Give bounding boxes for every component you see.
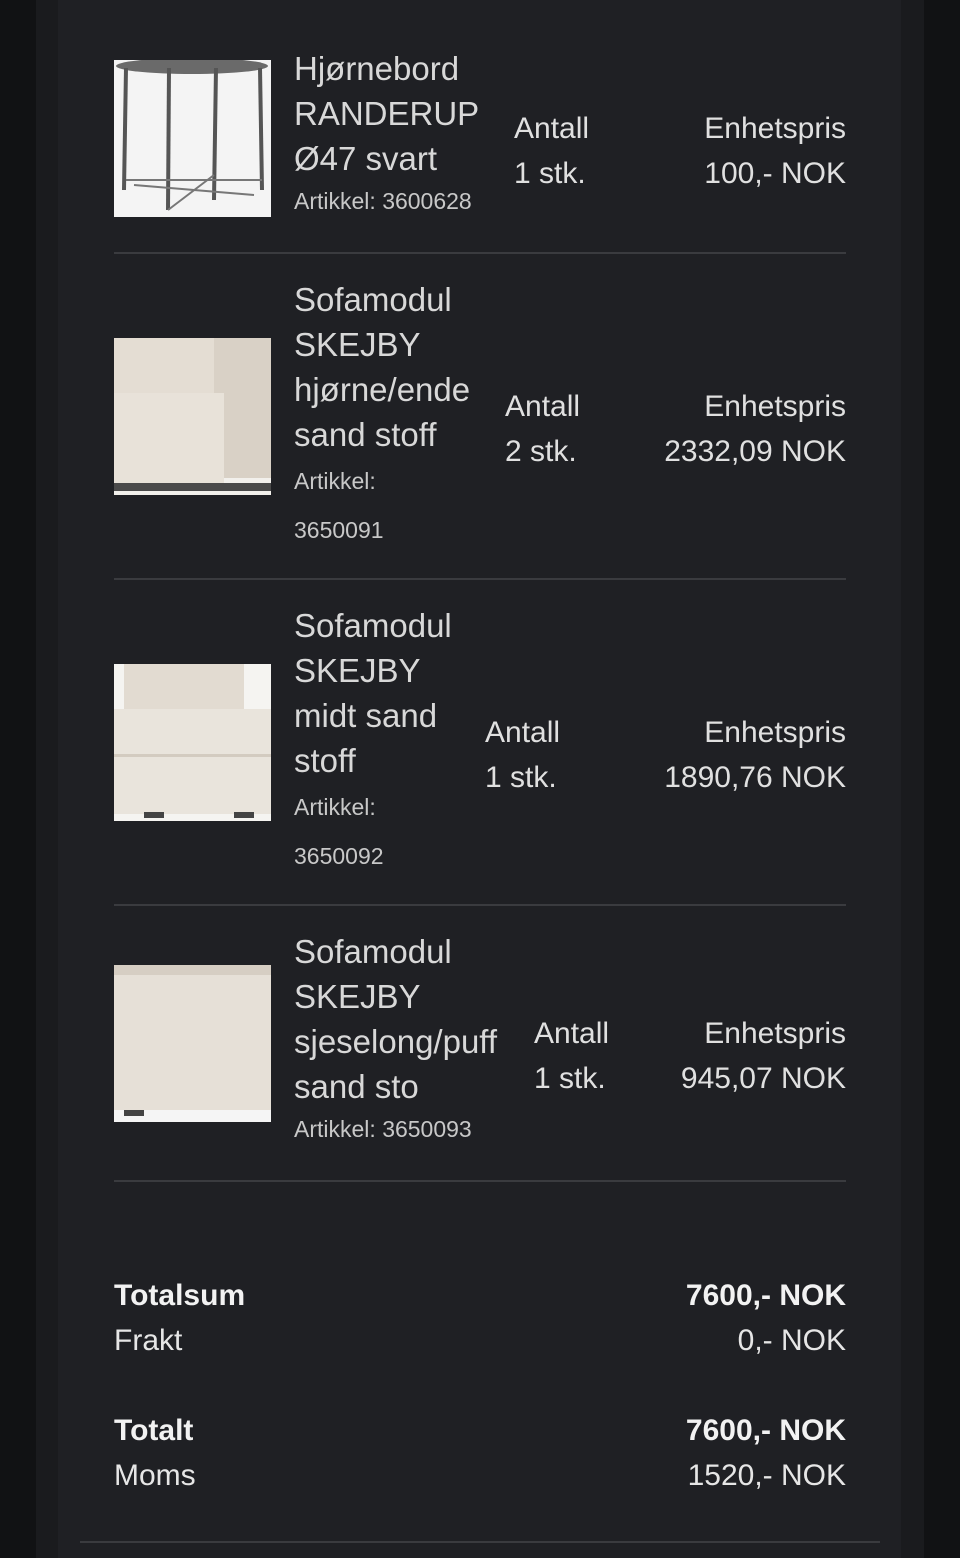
order-item-row: Hjørnebord RANDERUP Ø47 svart Artikkel: … [114, 20, 846, 254]
quantity-value: 2 stk. [505, 435, 577, 468]
article-label: Artikkel: [294, 188, 376, 214]
totalsum-value: 7600,- NOK [685, 1279, 846, 1312]
frakt-row: Frakt 0,- NOK [114, 1318, 846, 1363]
divider [80, 1541, 880, 1543]
quantity: Antall 2 stk. [505, 384, 580, 474]
product-name-line: Sofamodul [294, 281, 452, 318]
article-label: Artikkel: [294, 794, 376, 820]
unit-price-label: Enhetspris [704, 716, 846, 749]
moms-value: 1520,- NOK [687, 1459, 846, 1492]
article-value: 3600628 [382, 188, 472, 214]
product-name-line: hjørne/ende [294, 371, 471, 408]
product-name-line: sjeselong/puff [294, 1023, 498, 1060]
product-name-line: stoff [294, 742, 356, 779]
product-name-line: Hjørnebord [294, 50, 460, 87]
product-name-line: SKEJBY [294, 652, 421, 689]
product-name[interactable]: Sofamodul SKEJBY midt sand stoff Artikke… [294, 603, 452, 881]
totalsum-label: Totalsum [114, 1279, 246, 1312]
unit-price: Enhetspris 2332,09 NOK [664, 384, 846, 474]
totalsum-row: Totalsum 7600,- NOK [114, 1273, 846, 1318]
corner-table-image [114, 60, 271, 217]
quantity-value: 1 stk. [534, 1062, 606, 1095]
totalt-label: Totalt [114, 1414, 194, 1447]
sofa-corner-module-image [114, 338, 271, 495]
unit-price: Enhetspris 1890,76 NOK [664, 710, 846, 800]
article-value: 3650093 [382, 1116, 472, 1142]
article-number: Artikkel: 3650093 [294, 1109, 497, 1149]
unit-price-label: Enhetspris [704, 1017, 846, 1050]
quantity: Antall 1 stk. [534, 1011, 609, 1101]
article-value: 3650092 [294, 843, 384, 869]
product-name-line: Sofamodul [294, 933, 452, 970]
product-name-line: RANDERUP [294, 95, 480, 132]
moms-label: Moms [114, 1459, 196, 1492]
quantity-label: Antall [505, 390, 581, 423]
unit-price-label: Enhetspris [704, 390, 846, 423]
article-number: Artikkel: 3600628 [294, 181, 479, 221]
product-name-line: midt sand [294, 697, 438, 734]
product-name-line: sand sto [294, 1068, 419, 1105]
quantity: Antall 1 stk. [485, 710, 560, 800]
quantity: Antall 1 stk. [514, 106, 589, 196]
product-name-line: SKEJBY [294, 978, 421, 1015]
unit-price: Enhetspris 100,- NOK [704, 106, 846, 196]
frakt-label: Frakt [114, 1324, 183, 1357]
unit-price: Enhetspris 945,07 NOK [681, 1011, 846, 1101]
quantity-value: 1 stk. [485, 761, 557, 794]
order-item-row: Sofamodul SKEJBY midt sand stoff Artikke… [114, 580, 846, 906]
product-name-line: SKEJBY [294, 326, 421, 363]
order-item-row: Sofamodul SKEJBY sjeselong/puff sand sto… [114, 906, 846, 1182]
frakt-value: 0,- NOK [737, 1324, 846, 1357]
order-item-row: Sofamodul SKEJBY hjørne/ende sand stoff … [114, 254, 846, 580]
unit-price-value: 100,- NOK [704, 157, 846, 190]
moms-row: Moms 1520,- NOK [114, 1453, 846, 1498]
unit-price-value: 2332,09 NOK [664, 435, 846, 468]
sofa-middle-module-image [114, 664, 271, 821]
quantity-value: 1 stk. [514, 157, 586, 190]
product-name-line: Sofamodul [294, 607, 452, 644]
unit-price-label: Enhetspris [704, 112, 846, 145]
product-name-line: sand stoff [294, 416, 437, 453]
totalt-row: Totalt 7600,- NOK [114, 1408, 846, 1453]
totalt-value: 7600,- NOK [685, 1414, 846, 1447]
sofa-ottoman-module-image [114, 965, 271, 1122]
unit-price-value: 1890,76 NOK [664, 761, 846, 794]
quantity-label: Antall [485, 716, 561, 749]
quantity-label: Antall [534, 1017, 610, 1050]
product-name[interactable]: Sofamodul SKEJBY hjørne/ende sand stoff … [294, 277, 470, 555]
quantity-label: Antall [514, 112, 590, 145]
unit-price-value: 945,07 NOK [680, 1062, 846, 1095]
article-label: Artikkel: [294, 1116, 376, 1142]
product-name[interactable]: Sofamodul SKEJBY sjeselong/puff sand sto… [294, 929, 497, 1149]
article-label: Artikkel: [294, 468, 376, 494]
article-value: 3650091 [294, 517, 384, 543]
product-name-line: Ø47 svart [294, 140, 438, 177]
product-name[interactable]: Hjørnebord RANDERUP Ø47 svart Artikkel: … [294, 46, 479, 221]
